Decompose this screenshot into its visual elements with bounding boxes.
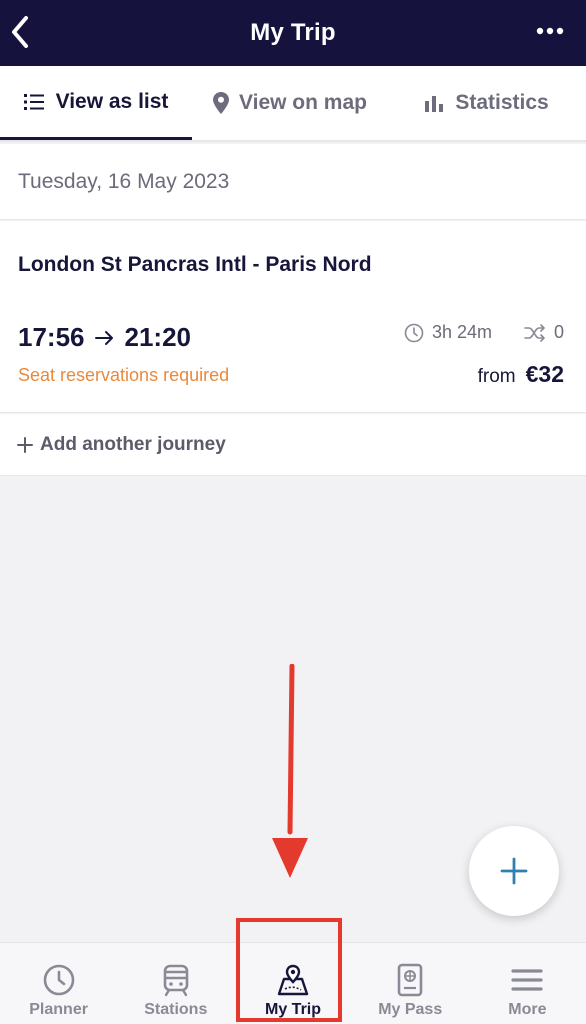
annotation-highlight-box [236,918,342,1022]
tab-label: View as list [55,89,169,113]
nav-planner[interactable]: Planner [0,943,117,1024]
add-journey-label: Add another journey [40,433,226,455]
nav-label: More [508,1001,547,1018]
tab-label: View on map [239,91,367,114]
passport-icon [397,963,423,997]
nav-more[interactable]: More [469,943,586,1024]
arrival-time: 21:20 [124,322,192,352]
add-journey-button[interactable]: Add another journey [0,414,586,476]
plus-icon [500,857,528,885]
top-bar: My Trip [0,0,586,66]
trip-date: Tuesday, 16 May 2023 [0,144,586,220]
tab-label: Statistics [455,91,549,114]
nav-label: Planner [29,1001,88,1018]
journey-price: from €32 [478,361,564,388]
journey-duration: 3h 24m [431,322,492,342]
journey-times: 17:56 21:20 [18,322,191,353]
tab-view-as-list[interactable]: View as list [0,66,192,140]
journey-card[interactable]: London St Pancras Intl - Paris Nord 17:5… [0,221,586,413]
view-tabs: View as list View on map Statistics [0,66,586,142]
journey-meta: 3h 24m 0 [404,322,564,343]
tab-view-on-map[interactable]: View on map [192,66,388,140]
nav-my-pass[interactable]: My Pass [352,943,469,1024]
seat-reservation-notice: Seat reservations required [18,365,230,385]
map-pin-icon [213,92,229,114]
more-dots-icon[interactable] [536,24,564,38]
nav-label: Stations [144,1001,208,1018]
chevron-left-icon[interactable] [6,12,36,52]
departure-time: 17:56 [18,322,85,352]
journey-changes: 0 [553,322,564,342]
plus-icon [17,436,33,453]
floating-add-button[interactable] [469,826,559,916]
arrow-right-icon [94,330,113,345]
nav-stations[interactable]: Stations [117,943,234,1024]
annotation-arrow [272,664,308,878]
page-title: My Trip [250,19,336,46]
price-amount: €32 [525,361,564,387]
shuffle-icon [524,323,545,342]
nav-label: My Pass [378,1001,443,1018]
clock-icon [404,323,424,342]
bar-chart-icon [425,96,444,112]
menu-icon [511,969,544,991]
screen: My Trip View as list View on map Statist… [0,0,586,1024]
train-icon [163,964,189,997]
tab-statistics[interactable]: Statistics [388,66,586,140]
clock-icon [43,964,74,996]
journey-route: London St Pancras Intl - Paris Nord [18,253,372,276]
list-icon [23,93,44,110]
price-prefix: from [477,366,516,387]
